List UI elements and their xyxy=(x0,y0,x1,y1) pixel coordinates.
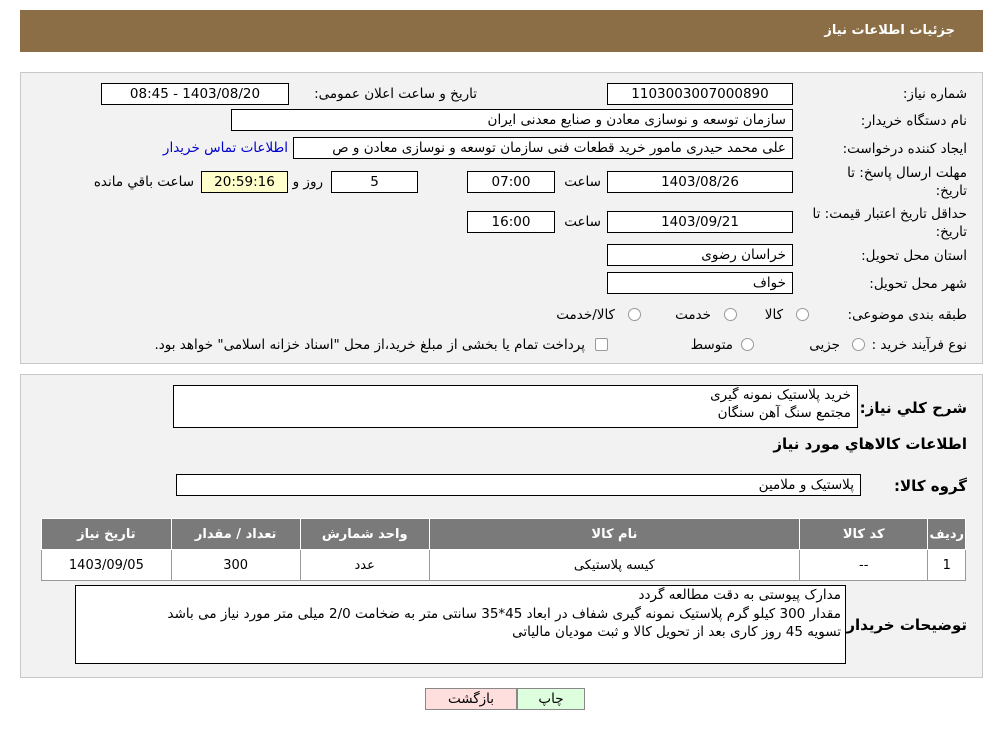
price-validity-time-field: 16:00 xyxy=(467,211,555,233)
buyer-notes-line-1: مدارک پیوستی به دقت مطالعه گردد xyxy=(638,587,841,603)
col-unit: واحد شمارش xyxy=(299,518,430,550)
purchase-option-medium: متوسط xyxy=(690,337,733,353)
need-desc-label: شرح کلي نياز: xyxy=(859,399,967,417)
col-item-name: نام کالا xyxy=(428,518,801,550)
announce-date-field: 1403/08/20 - 08:45 xyxy=(101,83,289,105)
col-row-number: ردیف xyxy=(927,518,966,550)
need-number-field: 1103003007000890 xyxy=(607,83,793,105)
need-desc-line-2: مجتمع سنگ آهن سنگان xyxy=(717,405,851,421)
category-option-service: خدمت xyxy=(675,307,711,323)
buyer-notes-line-2: مقدار 300 کیلو گرم پلاستیک نمونه گیری شف… xyxy=(167,605,841,622)
buyer-contact-link[interactable]: اطلاعات تماس خریدار xyxy=(163,140,288,156)
purchase-option-minor: جزیی xyxy=(809,337,840,353)
table-row: 1 -- کیسه پلاستیکی عدد 300 1403/09/05 xyxy=(41,549,966,581)
province-label: استان محل تحویل: xyxy=(861,248,967,264)
category-radio-service[interactable] xyxy=(724,308,737,321)
price-validity-time-label: ساعت xyxy=(564,214,601,230)
item-code-cell: -- xyxy=(798,549,929,581)
buyer-org-label: نام دستگاه خریدار: xyxy=(860,113,967,129)
creator-label: ایجاد کننده درخواست: xyxy=(842,141,967,157)
buyer-notes-line-3: تسویه 45 روز کاری بعد از تحویل کالا و ثب… xyxy=(512,624,841,640)
need-desc-line-1: خرید پلاستیک نمونه گیری xyxy=(710,387,851,403)
purchase-treasury-note: پرداخت تمام یا بخشی از مبلغ خرید،از محل … xyxy=(154,337,585,353)
days-label: روز و xyxy=(292,174,323,190)
need-number-label: شماره نیاز: xyxy=(902,86,967,102)
deadline-date-field: 1403/08/26 xyxy=(607,171,793,193)
remaining-time-field: 20:59:16 xyxy=(201,171,288,193)
city-field: خواف xyxy=(607,272,793,294)
item-name-cell: کیسه پلاستیکی xyxy=(428,549,801,581)
deadline-label-line2: تاریخ: xyxy=(935,183,967,199)
category-radio-goods[interactable] xyxy=(796,308,809,321)
need-date-cell: 1403/09/05 xyxy=(41,549,172,581)
province-field: خراسان رضوی xyxy=(607,244,793,266)
deadline-label-line1: مهلت ارسال پاسخ: تا xyxy=(847,165,967,181)
announce-date-label: تاریخ و ساعت اعلان عمومی: xyxy=(314,86,477,102)
category-option-goods-service: کالا/خدمت xyxy=(556,307,615,323)
page-header: جزئیات اطلاعات نیاز xyxy=(20,10,983,52)
price-validity-label-line1: حداقل تاریخ اعتبار قیمت: تا xyxy=(812,206,967,222)
need-desc-textarea[interactable]: خرید پلاستیک نمونه گیری مجتمع سنگ آهن سن… xyxy=(173,385,858,428)
price-validity-label-line2: تاریخ: xyxy=(935,224,967,240)
goods-table-header-row: ردیف کد کالا نام کالا واحد شمارش تعداد /… xyxy=(41,518,966,550)
goods-info-heading: اطلاعات کالاهاي مورد نياز xyxy=(773,435,967,453)
city-label: شهر محل تحویل: xyxy=(869,276,967,292)
goods-group-field: پلاستیک و ملامین xyxy=(176,474,861,496)
goods-table: ردیف کد کالا نام کالا واحد شمارش تعداد /… xyxy=(41,518,966,581)
quantity-cell: 300 xyxy=(170,549,301,581)
days-field: 5 xyxy=(331,171,418,193)
page-title: جزئیات اطلاعات نیاز xyxy=(824,23,955,38)
purchase-radio-minor[interactable] xyxy=(852,338,865,351)
remaining-label: ساعت باقي مانده xyxy=(93,174,194,190)
purchase-radio-medium[interactable] xyxy=(741,338,754,351)
creator-field: علی محمد حیدری مامور خرید قطعات فنی سازم… xyxy=(293,137,793,159)
category-radio-goods-service[interactable] xyxy=(628,308,641,321)
purchase-checkbox-treasury[interactable] xyxy=(595,338,608,351)
buyer-notes-label: توضیحات خریدار: xyxy=(840,616,967,634)
print-button[interactable]: چاپ xyxy=(517,688,585,710)
deadline-time-field: 07:00 xyxy=(467,171,555,193)
row-number-cell: 1 xyxy=(927,549,966,581)
back-button[interactable]: بازگشت xyxy=(425,688,517,710)
category-option-goods: کالا xyxy=(764,307,783,323)
col-item-code: کد کالا xyxy=(798,518,929,550)
buyer-org-field: سازمان توسعه و نوسازی معادن و صنایع معدن… xyxy=(231,109,793,131)
purchase-type-label: نوع فرآیند خرید : xyxy=(871,337,967,353)
col-need-date: تاریخ نیاز xyxy=(41,518,172,550)
category-label: طبقه بندی موضوعی: xyxy=(847,307,967,323)
buyer-notes-textarea[interactable]: مدارک پیوستی به دقت مطالعه گردد مقدار 30… xyxy=(75,585,846,664)
price-validity-date-field: 1403/09/21 xyxy=(607,211,793,233)
deadline-time-label: ساعت xyxy=(564,174,601,190)
goods-group-label: گروه کالا: xyxy=(894,477,967,495)
col-quantity: تعداد / مقدار xyxy=(170,518,301,550)
unit-cell: عدد xyxy=(299,549,430,581)
